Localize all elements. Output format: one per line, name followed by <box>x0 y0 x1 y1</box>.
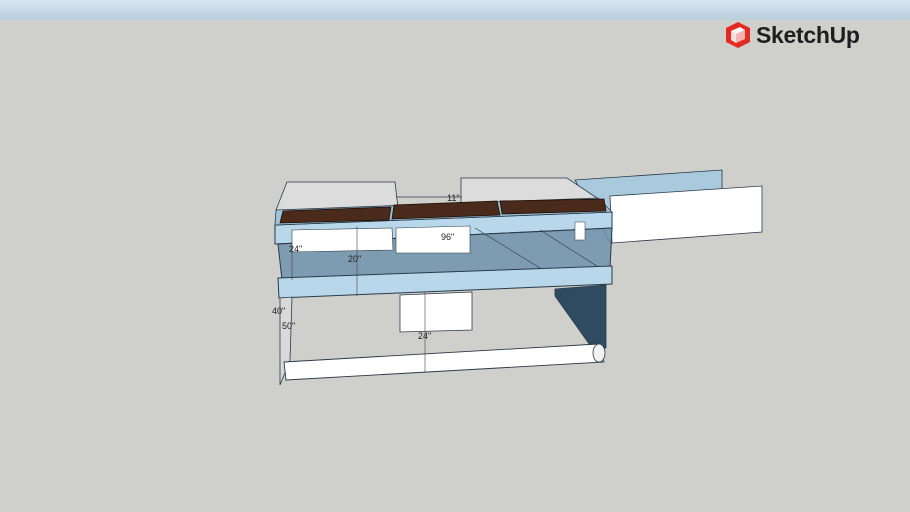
dim-label-left-depth: 24" <box>289 244 302 254</box>
dim-label-top-width: 96" <box>441 232 454 242</box>
dim-label-inner-height: 20" <box>348 254 361 264</box>
soil-bed-right <box>499 198 607 215</box>
sketchup-logo: SketchUp <box>722 20 860 50</box>
model-canvas[interactable]: 96" 11" 24" 20" 40" 50" 24" <box>0 0 910 512</box>
sketchup-logo-icon <box>726 22 750 48</box>
center-support-block <box>399 291 473 333</box>
side-white-panel <box>609 185 763 244</box>
vent-panel <box>574 221 586 241</box>
dim-label-base-depth: 24" <box>418 331 431 341</box>
base-cylinder-end <box>592 343 606 363</box>
dim-label-leg-height-a: 40" <box>272 306 285 316</box>
sketchup-logo-text: SketchUp <box>756 21 860 48</box>
inner-white-panel-middle <box>395 225 471 254</box>
inner-white-panel-left <box>291 227 394 253</box>
sketchup-viewport[interactable]: 96" 11" 24" 20" 40" 50" 24" SketchUp <box>0 0 910 512</box>
dim-label-leg-height-b: 50" <box>282 321 295 331</box>
base-cylinder <box>283 343 605 381</box>
leg-side-right <box>554 284 607 349</box>
dim-label-top-depth: 11" <box>447 193 460 203</box>
